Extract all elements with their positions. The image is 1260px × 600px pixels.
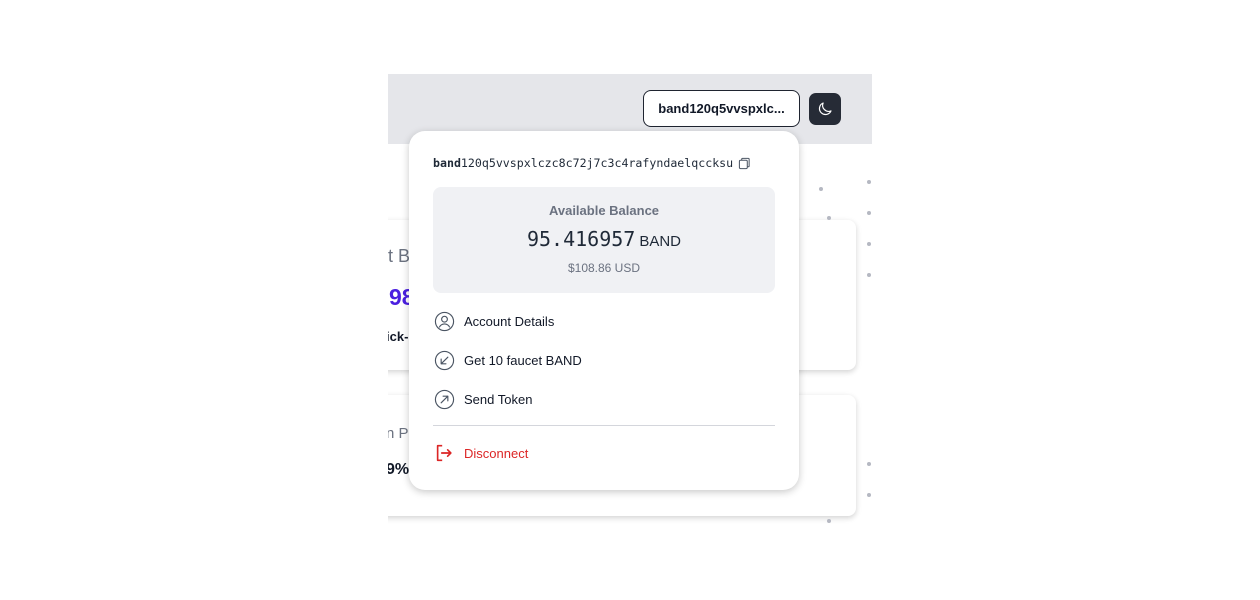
moon-icon [818, 102, 832, 116]
decorative-dot [867, 211, 871, 215]
menu-item-label: Get 10 faucet BAND [464, 352, 582, 368]
decorative-dot [867, 242, 871, 246]
menu-divider [433, 425, 775, 426]
card-title-fragment: t B [388, 246, 411, 266]
balance-usd: $108.86 USD [567, 261, 641, 275]
arrow-up-right-circle-icon [433, 388, 455, 410]
address-body: 120q5vvspxlczc8c72j7c3c4rafyndaelqccksu [460, 156, 734, 170]
user-circle-icon [433, 310, 455, 332]
balance-panel: Available Balance 95.416957 BAND $108.86 … [433, 187, 775, 293]
balance-amount: 95.416957 [526, 227, 636, 251]
logout-icon [433, 442, 455, 464]
menu-item-send-token[interactable]: Send Token [433, 386, 775, 412]
menu-item-label: Account Details [464, 313, 555, 329]
balance-unit: BAND [639, 233, 682, 250]
decorative-dot [867, 493, 871, 497]
arrow-down-left-circle-icon [433, 349, 455, 371]
decorative-dot [819, 187, 823, 191]
decorative-dot [867, 462, 871, 466]
decorative-dot [867, 180, 871, 184]
decorative-dot [827, 519, 831, 523]
card-value-fragment: 9% [388, 461, 410, 478]
theme-toggle-button[interactable] [809, 93, 841, 125]
wallet-address: band 120q5vvspxlczc8c72j7c3c4rafyndaelqcc… [433, 156, 751, 170]
wallet-address-button[interactable]: band120q5vvspxlc... [643, 90, 800, 127]
menu-item-get-faucet[interactable]: Get 10 faucet BAND [433, 347, 775, 373]
menu-item-label: Send Token [464, 391, 533, 407]
decorative-dot [827, 216, 831, 220]
menu-item-account-details[interactable]: Account Details [433, 308, 775, 334]
decorative-dot [867, 273, 871, 277]
disconnect-button[interactable]: Disconnect [433, 440, 775, 466]
balance-amount-row: 95.416957 BAND [433, 227, 775, 251]
disconnect-label: Disconnect [464, 445, 529, 461]
address-prefix: band [433, 156, 461, 170]
balance-label: Available Balance [548, 203, 660, 218]
card-title-fragment: n P [388, 425, 409, 442]
wallet-dropdown-menu: band 120q5vvspxlczc8c72j7c3c4rafyndaelqcc… [409, 131, 799, 490]
copy-icon[interactable] [738, 157, 751, 170]
card-link-fragment[interactable]: ick- [388, 329, 408, 344]
